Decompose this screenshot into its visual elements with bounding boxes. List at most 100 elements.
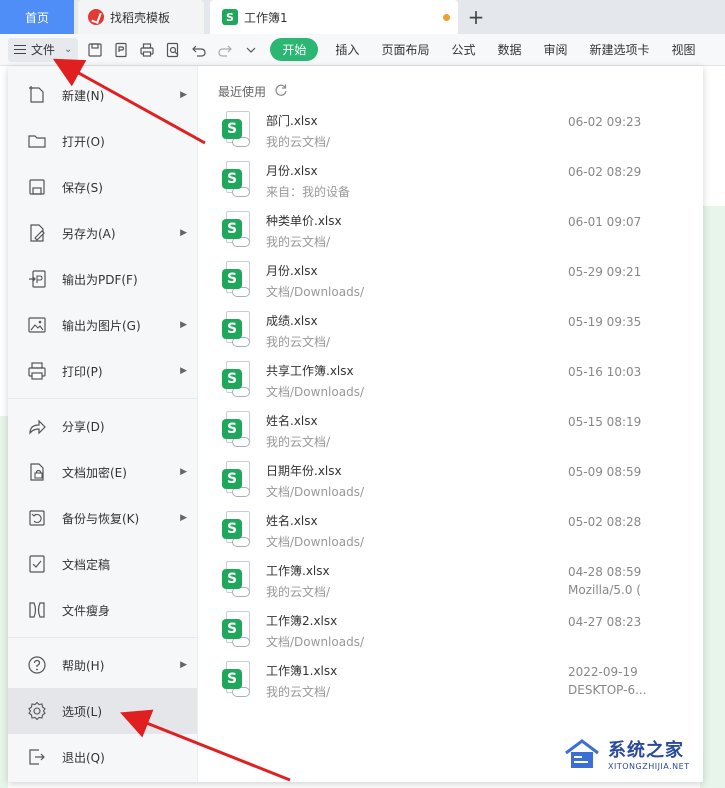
recent-file-item[interactable]: S 种类单价.xlsx 我的云文档/06-01 09:07: [218, 206, 703, 256]
file-date: 04-28 08:59: [568, 565, 642, 579]
menu-item-label: 选项(L): [62, 704, 103, 719]
menu-item-label: 文档加密(E): [62, 465, 127, 480]
undo-icon[interactable]: [188, 39, 210, 61]
menu-item-print[interactable]: 打印(P) ▶: [8, 348, 197, 394]
menu-item-label: 文件瘦身: [62, 603, 111, 618]
recent-file-item[interactable]: S 工作簿.xlsx 我的云文档/04-28 08:59 Mozilla/5.0 (: [218, 556, 703, 606]
print-icon[interactable]: [136, 39, 158, 61]
file-name: 共享工作簿.xlsx: [266, 364, 354, 378]
submenu-arrow-icon: ▶: [180, 366, 187, 376]
file-date: 05-02 08:28: [568, 515, 642, 529]
file-date: 05-16 10:03: [568, 365, 642, 379]
export-pdf-icon[interactable]: [110, 39, 132, 61]
save-icon: [26, 176, 48, 198]
file-date: 04-27 08:23: [568, 615, 642, 629]
ribbon-tab-review[interactable]: 审阅: [532, 41, 578, 58]
menu-item-open[interactable]: 打开(O): [8, 118, 197, 164]
ribbon-tab-formula[interactable]: 公式: [440, 41, 486, 58]
menu-item-save-as[interactable]: 另存为(A) ▶: [8, 210, 197, 256]
folder-open-icon: [26, 130, 48, 152]
file-name: 工作簿.xlsx: [266, 564, 330, 578]
docer-logo-icon: [88, 9, 104, 25]
menu-item-export-pdf[interactable]: 输出为PDF(F): [8, 256, 197, 302]
recent-file-item[interactable]: S 部门.xlsx 我的云文档/06-02 09:23: [218, 106, 703, 156]
recent-file-item[interactable]: S 工作簿2.xlsx 文档/Downloads/04-27 08:23: [218, 606, 703, 656]
print-preview-icon[interactable]: [162, 39, 184, 61]
submenu-arrow-icon: ▶: [180, 660, 187, 670]
menu-item-new[interactable]: 新建(N) ▶: [8, 72, 197, 118]
menu-item-export-image[interactable]: 输出为图片(G) ▶: [8, 302, 197, 348]
menu-item-label: 新建(N): [62, 88, 105, 103]
new-tab-button[interactable]: +: [458, 0, 494, 34]
menu-item-exit[interactable]: 退出(Q): [8, 734, 197, 780]
menu-item-label: 文档定稿: [62, 557, 111, 572]
file-name: 日期年份.xlsx: [266, 464, 342, 478]
menu-divider: [8, 398, 197, 399]
encrypt-icon: [26, 461, 48, 483]
menu-item-slim[interactable]: 文件瘦身: [8, 587, 197, 633]
ribbon-tab-insert[interactable]: 插入: [324, 41, 370, 58]
quick-access: [84, 39, 262, 61]
menu-item-backup[interactable]: 备份与恢复(K) ▶: [8, 495, 197, 541]
menu-item-options[interactable]: 选项(L): [8, 688, 197, 734]
ribbon-tab-page-layout[interactable]: 页面布局: [370, 41, 440, 58]
file-menu-panel: 新建(N) ▶ 打开(O) 保存(S) 另存为(A) ▶ 输出为PDF(F) 输…: [8, 66, 703, 782]
menu-item-label: 帮助(H): [62, 658, 105, 673]
file-menu-label: 文件: [31, 43, 56, 57]
redo-icon[interactable]: [214, 39, 236, 61]
file-name: 成绩.xlsx: [266, 314, 318, 328]
file-path: 我的云文档/: [266, 585, 331, 599]
menu-item-save[interactable]: 保存(S): [8, 164, 197, 210]
recent-file-item[interactable]: S 工作簿1.xlsx 我的云文档/2022-09-19 DESKTOP-6...: [218, 656, 703, 706]
hamburger-icon: [14, 45, 26, 54]
recent-file-item[interactable]: S 姓名.xlsx 文档/Downloads/05-02 08:28: [218, 506, 703, 556]
submenu-arrow-icon: ▶: [180, 90, 187, 100]
recent-file-item[interactable]: S 共享工作簿.xlsx 文档/Downloads/05-16 10:03: [218, 356, 703, 406]
file-path: 我的云文档/: [266, 435, 331, 449]
ribbon-tab-start[interactable]: 开始: [270, 38, 319, 61]
file-date: 06-02 08:29: [568, 165, 642, 179]
tab-document[interactable]: S 工作簿1: [210, 0, 458, 34]
export-pdf-icon: [26, 268, 48, 290]
spreadsheet-file-icon: S: [222, 211, 252, 251]
submenu-arrow-icon: ▶: [180, 513, 187, 523]
file-path: 我的云文档/: [266, 685, 331, 699]
file-menu-list: 新建(N) ▶ 打开(O) 保存(S) 另存为(A) ▶ 输出为PDF(F) 输…: [8, 66, 198, 782]
save-as-icon: [26, 222, 48, 244]
file-date: 05-19 09:35: [568, 315, 642, 329]
menu-item-help[interactable]: 帮助(H) ▶: [8, 642, 197, 688]
file-path: 文档/Downloads/: [266, 385, 364, 399]
menu-item-label: 分享(D): [62, 419, 105, 434]
recent-file-item[interactable]: S 姓名.xlsx 我的云文档/05-15 08:19: [218, 406, 703, 456]
tab-template[interactable]: 找稻壳模板: [78, 0, 204, 34]
menu-item-finalize[interactable]: 文档定稿: [8, 541, 197, 587]
file-path: 来自：我的设备: [266, 185, 351, 199]
unsaved-dot: [443, 14, 450, 21]
file-name: 部门.xlsx: [266, 114, 318, 128]
help-icon: [26, 654, 48, 676]
chevron-down-icon[interactable]: ⌄: [64, 44, 72, 55]
menu-item-encrypt[interactable]: 文档加密(E) ▶: [8, 449, 197, 495]
recent-file-item[interactable]: S 日期年份.xlsx 文档/Downloads/05-09 08:59: [218, 456, 703, 506]
file-date: 05-29 09:21: [568, 265, 642, 279]
ribbon-tab-data[interactable]: 数据: [486, 41, 532, 58]
print-icon: [26, 360, 48, 382]
menu-item-label: 另存为(A): [62, 226, 116, 241]
customize-dropdown-icon[interactable]: [240, 39, 262, 61]
file-menu-button[interactable]: 文件 ⌄: [8, 37, 79, 62]
tab-home[interactable]: 首页: [0, 0, 74, 34]
ribbon-tab-new[interactable]: 新建选项卡: [579, 41, 661, 58]
spreadsheet-file-icon: S: [222, 461, 252, 501]
recent-file-item[interactable]: S 成绩.xlsx 我的云文档/05-19 09:35: [218, 306, 703, 356]
recent-file-item[interactable]: S 月份.xlsx 文档/Downloads/05-29 09:21: [218, 256, 703, 306]
menu-item-label: 输出为PDF(F): [62, 272, 138, 287]
menu-item-share[interactable]: 分享(D): [8, 403, 197, 449]
ribbon-tab-view[interactable]: 视图: [661, 41, 707, 58]
refresh-icon[interactable]: [274, 83, 288, 100]
gear-icon: [26, 700, 48, 722]
menu-item-label: 打开(O): [62, 134, 105, 149]
recent-file-item[interactable]: S 月份.xlsx 来自：我的设备 06-02 08:29: [218, 156, 703, 206]
file-path: 我的云文档/: [266, 335, 331, 349]
save-icon[interactable]: [84, 39, 106, 61]
menu-item-label: 保存(S): [62, 180, 103, 195]
